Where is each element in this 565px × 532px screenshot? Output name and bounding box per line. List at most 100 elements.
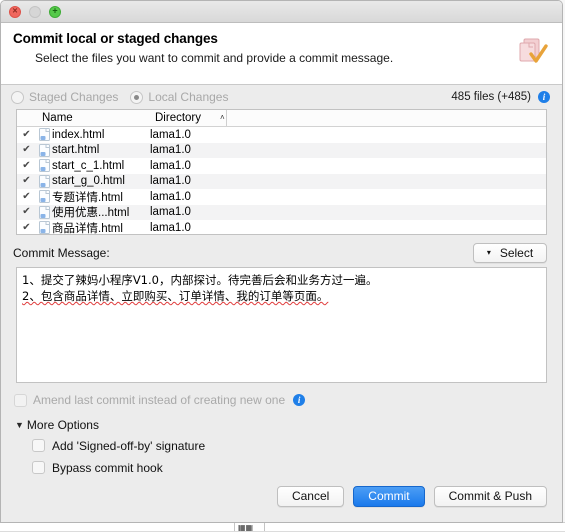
commit-document-check-icon [515, 35, 549, 69]
file-count-info-icon[interactable]: i [538, 91, 550, 103]
html-file-icon [36, 175, 52, 188]
commit-message-label-row: Commit Message: ▾ Select [1, 235, 562, 267]
chevron-down-icon: ▼ [15, 420, 24, 430]
radio-staged-changes[interactable]: Staged Changes [11, 90, 118, 104]
table-row[interactable]: ✔ index.html lama1.0 [17, 127, 546, 143]
column-header-directory-label: Directory [155, 112, 201, 124]
signed-off-by-label: Add 'Signed-off-by' signature [52, 439, 205, 453]
row-checkbox[interactable]: ✔ [17, 160, 36, 171]
row-checkbox[interactable]: ✔ [17, 222, 36, 233]
commit-and-push-button[interactable]: Commit & Push [434, 486, 547, 507]
amend-row[interactable]: Amend last commit instead of creating ne… [1, 383, 562, 409]
maximize-icon: + [52, 7, 57, 16]
html-file-icon [36, 221, 52, 234]
html-file-icon [36, 128, 52, 141]
commit-dialog: × + Commit local or staged changes Selec… [0, 0, 563, 523]
window-maximize-button[interactable]: + [49, 6, 61, 18]
column-header-name[interactable]: Name [36, 110, 149, 126]
file-name: 专题详情.html [52, 189, 149, 205]
check-icon: ✔ [21, 160, 32, 171]
dialog-subtitle: Select the files you want to commit and … [35, 51, 550, 65]
dialog-title: Commit local or staged changes [13, 31, 550, 46]
table-row[interactable]: ✔ start_g_0.html lama1.0 [17, 174, 546, 190]
row-checkbox[interactable]: ✔ [17, 145, 36, 156]
commit-message-line-1: 1、提交了辣妈小程序V1.0，内部探讨。待完善后会和业务方过一遍。 [22, 272, 541, 288]
select-message-button-label: Select [500, 246, 533, 260]
table-row[interactable]: ✔ start.html lama1.0 [17, 143, 546, 159]
html-file-icon [36, 190, 52, 203]
amend-info-icon[interactable]: i [293, 394, 305, 406]
column-header-directory[interactable]: Directory ˄ [149, 110, 227, 126]
file-name: start_g_0.html [52, 175, 149, 187]
file-count-text: 485 files (+485) [451, 91, 531, 103]
file-directory: lama1.0 [149, 222, 546, 234]
column-header-filler [227, 110, 546, 126]
table-row[interactable]: ✔ start_c_1.html lama1.0 [17, 158, 546, 174]
commit-message-label: Commit Message: [13, 246, 110, 260]
signed-off-by-checkbox[interactable] [32, 439, 45, 452]
bypass-commit-hook-checkbox[interactable] [32, 461, 45, 474]
window-close-button[interactable]: × [9, 6, 21, 18]
column-header-check[interactable] [17, 110, 36, 126]
option-signed-off-by[interactable]: Add 'Signed-off-by' signature [1, 433, 562, 455]
row-checkbox[interactable]: ✔ [17, 129, 36, 140]
cancel-button[interactable]: Cancel [277, 486, 344, 507]
table-row[interactable]: ✔ 使用优惠...html lama1.0 [17, 205, 546, 221]
row-checkbox[interactable]: ✔ [17, 207, 36, 218]
radio-staged-changes-indicator [11, 91, 24, 104]
change-source-radio-group[interactable]: Staged Changes Local Changes [11, 90, 228, 104]
commit-and-push-button-label: Commit & Push [449, 489, 532, 503]
close-icon: × [12, 7, 17, 16]
check-icon: ✔ [21, 222, 32, 233]
commit-message-line-2: 2、包含商品详情、立即购买、订单详情、我的订单等页面。 [22, 288, 541, 304]
dialog-header: Commit local or staged changes Select th… [1, 23, 562, 85]
dialog-footer: Cancel Commit Commit & Push [1, 478, 562, 522]
check-icon: ✔ [21, 207, 32, 218]
file-directory: lama1.0 [149, 206, 546, 218]
file-table-header: Name Directory ˄ [17, 110, 546, 127]
bypass-commit-hook-label: Bypass commit hook [52, 461, 163, 475]
check-icon: ✔ [21, 129, 32, 140]
table-row[interactable]: ✔ 商品详情.html lama1.0 [17, 220, 546, 235]
check-icon: ✔ [21, 191, 32, 202]
file-table[interactable]: Name Directory ˄ ✔ index.html lama1.0 ✔ [16, 109, 547, 235]
more-options-toggle[interactable]: ▼ More Options [1, 409, 562, 433]
background-bottom-divider-right [264, 522, 265, 531]
window-titlebar: × + [1, 1, 562, 23]
radio-local-changes[interactable]: Local Changes [130, 90, 228, 104]
file-name: index.html [52, 129, 149, 141]
radio-local-changes-label: Local Changes [148, 90, 228, 104]
html-file-icon [36, 159, 52, 172]
background-bottom-divider-left [234, 522, 235, 531]
radio-staged-changes-label: Staged Changes [29, 90, 118, 104]
cancel-button-label: Cancel [292, 489, 329, 503]
file-name: 使用优惠...html [52, 204, 149, 220]
check-icon: ✔ [21, 145, 32, 156]
more-options-label: More Options [27, 418, 99, 432]
amend-label: Amend last commit instead of creating ne… [33, 393, 285, 407]
check-icon: ✔ [21, 176, 32, 187]
file-directory: lama1.0 [149, 160, 546, 172]
row-checkbox[interactable]: ✔ [17, 191, 36, 202]
chevron-down-icon: ▾ [487, 248, 491, 257]
sort-ascending-icon: ˄ [220, 113, 225, 122]
file-directory: lama1.0 [149, 129, 546, 141]
table-row[interactable]: ✔ 专题详情.html lama1.0 [17, 189, 546, 205]
commit-message-input[interactable]: 1、提交了辣妈小程序V1.0，内部探讨。待完善后会和业务方过一遍。 2、包含商品… [16, 267, 547, 383]
select-message-button[interactable]: ▾ Select [473, 243, 547, 263]
commit-button[interactable]: Commit [353, 486, 424, 507]
option-bypass-commit-hook[interactable]: Bypass commit hook [1, 455, 562, 477]
file-directory: lama1.0 [149, 144, 546, 156]
window-minimize-button[interactable] [29, 6, 41, 18]
file-directory: lama1.0 [149, 191, 546, 203]
background-bottom-strip [0, 522, 565, 531]
row-checkbox[interactable]: ✔ [17, 176, 36, 187]
html-file-icon [36, 206, 52, 219]
change-source-toolbar: Staged Changes Local Changes 485 files (… [1, 85, 562, 109]
radio-local-changes-indicator [130, 91, 143, 104]
amend-checkbox[interactable] [14, 394, 27, 407]
file-name: 商品详情.html [52, 220, 149, 235]
file-table-body: ✔ index.html lama1.0 ✔ start.html lama1.… [17, 127, 546, 235]
html-file-icon [36, 144, 52, 157]
file-name: start.html [52, 144, 149, 156]
